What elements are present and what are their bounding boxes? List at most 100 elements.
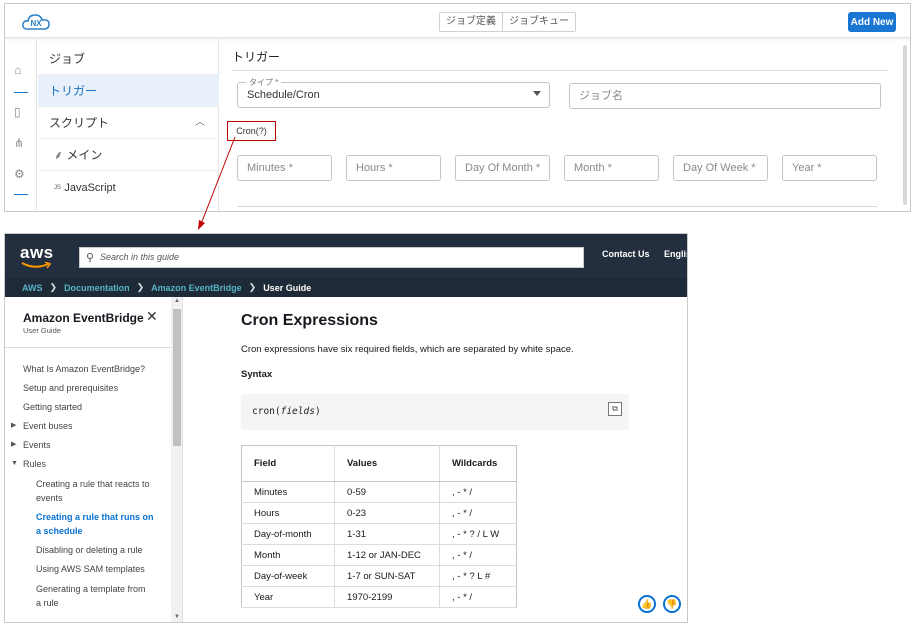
caret-down-icon (533, 91, 541, 96)
side-menu: ジョブ トリガー スクリプト ︿ ⸙ メイン JS JavaScript (38, 39, 219, 211)
table-cell: Day-of-month (241, 523, 335, 545)
day-of-month-field[interactable]: Day Of Month * (455, 155, 550, 181)
menu-item-javascript[interactable]: JS JavaScript (38, 171, 219, 203)
sidebar-subtitle: User Guide (23, 326, 61, 335)
title-divider (232, 70, 888, 71)
column-header: Wildcards (439, 445, 517, 482)
nav-item-disabling[interactable]: Disabling or deleting a rule (36, 543, 161, 557)
page-title: トリガー (232, 50, 281, 64)
syntax-heading: Syntax (241, 369, 273, 380)
nav-item-setup[interactable]: Setup and prerequisites (23, 381, 153, 395)
aws-smile-icon (21, 262, 52, 269)
menu-label: JavaScript (64, 182, 116, 194)
language-selector[interactable]: Englis (664, 249, 687, 259)
nav-item-rule-schedule[interactable]: Creating a rule that runs on a schedule (36, 510, 154, 538)
doc-content: Cron Expressions Cron expressions have s… (184, 297, 687, 622)
caret-right-icon: ▶ (11, 441, 17, 448)
menu-label: メイン (66, 148, 103, 162)
caret-right-icon: ▶ (11, 422, 17, 429)
year-field[interactable]: Year * (782, 155, 877, 181)
table-row: Year 1970-2199, - * / (241, 586, 517, 608)
search-icon: ⚲ (86, 252, 95, 264)
nav-item-template[interactable]: Generating a template from a rule (36, 582, 146, 610)
icon-rail: ⌂ ▯ ⋔ ⚙ (5, 39, 37, 211)
add-new-button[interactable]: Add New (848, 12, 896, 32)
network-icon[interactable]: ⋔ (14, 136, 24, 150)
callout-arrow (198, 136, 236, 230)
nav-item-getting-started[interactable]: Getting started (23, 400, 153, 414)
menu-item-script[interactable]: スクリプト ︿ (38, 107, 219, 139)
code-prefix: cron( (252, 406, 281, 417)
month-field[interactable]: Month * (564, 155, 659, 181)
tab-job-definition[interactable]: ジョブ定義 (440, 13, 503, 31)
table-cell: 1-31 (334, 523, 440, 545)
breadcrumb-eventbridge[interactable]: Amazon EventBridge (151, 283, 242, 293)
scrollbar[interactable] (903, 45, 907, 205)
nav-item-rule-reacts[interactable]: Creating a rule that reacts to events (36, 477, 154, 505)
menu-label: スクリプト (49, 116, 110, 130)
job-name-input[interactable]: ジョブ名 (569, 83, 881, 109)
menu-item-main-script[interactable]: ⸙ メイン (38, 139, 219, 171)
menu-item-trigger[interactable]: トリガー (38, 75, 219, 107)
app-header: NX ジョブ定義 ジョブキュー Add New (5, 4, 910, 38)
search-input[interactable]: ⚲ Search in this guide (79, 247, 584, 268)
form-divider (237, 206, 877, 207)
tab-job-queue[interactable]: ジョブキュー (503, 13, 575, 31)
table-cell: , - * / (439, 544, 517, 566)
scroll-down-icon[interactable]: ▼ (174, 614, 180, 620)
nav-item-event-buses[interactable]: ▶ Event buses (11, 419, 153, 433)
doc-sidebar: Amazon EventBridge User Guide ✕ What Is … (5, 297, 183, 622)
table-cell: , - * / (439, 481, 517, 503)
thumbs-down-icon[interactable]: 👎 (663, 595, 681, 613)
close-icon[interactable]: ✕ (146, 308, 158, 325)
table-row: Day-of-month 1-31, - * ? / L W (241, 523, 517, 545)
breadcrumb-documentation[interactable]: Documentation (64, 283, 130, 293)
table-cell: 1970-2199 (334, 586, 440, 608)
table-cell: 1-7 or SUN-SAT (334, 565, 440, 587)
sidebar-divider (5, 347, 171, 348)
nav-item-sam[interactable]: Using AWS SAM templates (36, 562, 161, 576)
aws-logo[interactable]: aws (20, 243, 54, 269)
type-select[interactable]: タイプ * Schedule/Cron (237, 77, 550, 108)
trigger-form: トリガー タイプ * Schedule/Cron ジョブ名 Cron(?) Mi… (220, 39, 910, 211)
sidebar-scrollbar[interactable]: ▲ ▼ (171, 297, 182, 622)
table-cell: , - * / (439, 502, 517, 524)
code-suffix: ) (314, 406, 321, 417)
hours-field[interactable]: Hours * (346, 155, 441, 181)
contact-us-link[interactable]: Contact Us (602, 249, 650, 259)
scroll-thumb[interactable] (173, 309, 181, 446)
script-icon: ⸙ (54, 148, 64, 162)
cron-fields-table: Field Values Wildcards Minutes 0-59, - * … (241, 445, 517, 608)
nav-item-rules[interactable]: ▼ Rules (11, 457, 153, 471)
column-header: Values (334, 445, 440, 482)
job-editor-window: NX ジョブ定義 ジョブキュー Add New ⌂ ▯ ⋔ ⚙ ジョブ トリガー… (4, 3, 911, 212)
thumbs-up-icon[interactable]: 👍 (638, 595, 656, 613)
logo-text: NX (30, 19, 42, 28)
copy-icon[interactable]: ⧉ (608, 402, 622, 416)
table-cell: Day-of-week (241, 565, 335, 587)
breadcrumb: AWS ❯ Documentation ❯ Amazon EventBridge… (5, 278, 687, 297)
menu-item-job[interactable]: ジョブ (38, 43, 219, 75)
js-file-icon: JS (54, 184, 62, 191)
home-icon[interactable]: ⌂ (14, 63, 21, 77)
nx-cloud-logo-icon[interactable]: NX (21, 12, 51, 32)
column-header: Field (241, 445, 335, 482)
caret-down-icon: ▼ (11, 460, 18, 467)
nav-item-what-is[interactable]: What Is Amazon EventBridge? (23, 362, 153, 376)
breadcrumb-aws[interactable]: AWS (22, 283, 43, 293)
gear-icon[interactable]: ⚙ (14, 167, 25, 181)
scroll-up-icon[interactable]: ▲ (174, 298, 180, 304)
type-select-value: Schedule/Cron (247, 89, 320, 101)
day-of-week-field[interactable]: Day Of Week * (673, 155, 768, 181)
table-row: Month 1-12 or JAN-DEC, - * / (241, 544, 517, 566)
nav-item-events[interactable]: ▶ Events (11, 438, 153, 452)
device-icon[interactable]: ▯ (14, 105, 21, 119)
table-cell: , - * / (439, 586, 517, 608)
type-select-label: タイプ * (246, 77, 282, 88)
chevron-right-icon: ❯ (248, 282, 257, 292)
sidebar-title: Amazon EventBridge (23, 311, 144, 325)
table-row: Minutes 0-59, - * / (241, 481, 517, 503)
table-cell: Year (241, 586, 335, 608)
aws-docs-window: aws ⚲ Search in this guide Contact Us En… (4, 233, 688, 623)
code-text: cron(fields) (252, 406, 321, 417)
